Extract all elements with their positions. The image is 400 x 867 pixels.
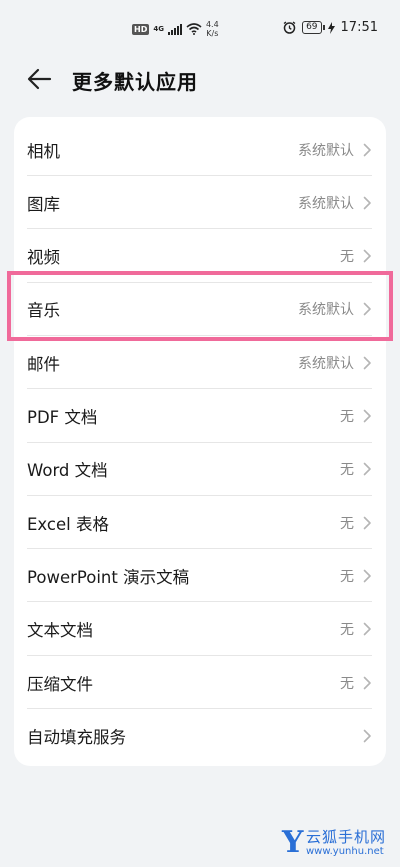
list-item-label: 邮件 bbox=[27, 354, 60, 374]
list-item[interactable]: PowerPoint 演示文稿 无 bbox=[14, 549, 386, 603]
signal-icon bbox=[167, 23, 182, 35]
list-item-label: 相机 bbox=[27, 141, 60, 161]
chevron-right-icon bbox=[363, 303, 371, 316]
list-item[interactable]: Excel 表格 无 bbox=[14, 496, 386, 550]
list-item[interactable]: 视频 无 bbox=[14, 230, 386, 283]
list-item-value: 无 bbox=[340, 568, 354, 585]
list-item[interactable]: 自动填充服务 bbox=[14, 709, 386, 762]
watermark-name: 云狐手机网 bbox=[306, 828, 387, 846]
list-item[interactable]: 邮件 系统默认 bbox=[14, 336, 386, 390]
list-item-value: 无 bbox=[340, 675, 354, 692]
watermark-letter: Y bbox=[282, 825, 304, 860]
wifi-icon bbox=[186, 23, 202, 35]
list-item-value: 无 bbox=[340, 409, 354, 425]
chevron-right-icon bbox=[363, 249, 371, 263]
list-item[interactable]: Word 文档 无 bbox=[14, 443, 386, 496]
chevron-right-icon bbox=[363, 462, 371, 476]
battery-icon: 69 bbox=[302, 21, 326, 34]
list-item[interactable]: 音乐 系统默认 bbox=[14, 283, 386, 336]
list-item-label: Excel 表格 bbox=[27, 514, 109, 534]
net-speed-value: 4.4 bbox=[205, 20, 219, 29]
chevron-right-icon bbox=[363, 409, 371, 423]
chevron-right-icon bbox=[363, 729, 371, 743]
list-item-value: 无 bbox=[340, 462, 354, 479]
status-bar: HD 4G 4.4 K/s 69 17:51 bbox=[0, 0, 400, 56]
chevron-right-icon bbox=[363, 569, 371, 583]
list-item-value: 系统默认 bbox=[298, 142, 354, 159]
net-speed: 4.4 K/s bbox=[206, 20, 219, 38]
list-item-label: PDF 文档 bbox=[27, 408, 98, 427]
list-item-label: 压缩文件 bbox=[27, 674, 93, 694]
chevron-right-icon bbox=[363, 516, 371, 529]
list-item-label: 图库 bbox=[27, 194, 60, 214]
status-left: HD 4G 4.4 K/s bbox=[132, 20, 219, 38]
watermark-url: www.yunhu.net bbox=[306, 846, 384, 857]
list-item-value: 无 bbox=[340, 622, 354, 639]
alarm-icon bbox=[283, 21, 296, 34]
list-item-label: 音乐 bbox=[27, 301, 60, 321]
page-title: 更多默认应用 bbox=[72, 70, 198, 94]
charging-icon bbox=[327, 21, 335, 34]
list-item-label: 文本文档 bbox=[27, 621, 93, 641]
watermark-logo: Y 云狐手机网 www.yunhu.net bbox=[282, 826, 396, 864]
list-item-label: Word 文档 bbox=[27, 461, 108, 481]
list-item[interactable]: 文本文档 无 bbox=[14, 603, 386, 656]
list-item-label: PowerPoint 演示文稿 bbox=[27, 567, 190, 587]
list-item-value: 系统默认 bbox=[298, 195, 354, 212]
network-type: 4G bbox=[153, 25, 164, 33]
list-item[interactable]: 图库 系统默认 bbox=[14, 176, 386, 230]
list-item[interactable]: PDF 文档 无 bbox=[14, 390, 386, 443]
list-item[interactable]: 相机 系统默认 bbox=[14, 123, 386, 176]
header: 更多默认应用 bbox=[0, 56, 400, 102]
list-item-value: 系统默认 bbox=[298, 302, 354, 319]
default-apps-list: 相机 系统默认 图库 系统默认 视频无音乐 系统默认 邮件 系统默认 PDF 文档无 Word 文… bbox=[14, 117, 386, 766]
list-item-label: 视频 bbox=[27, 248, 60, 268]
back-arrow-icon[interactable] bbox=[24, 64, 58, 94]
list-item-value: 无 bbox=[340, 515, 354, 532]
chevron-right-icon bbox=[363, 356, 371, 369]
chevron-right-icon bbox=[363, 143, 371, 156]
list-item-value: 无 bbox=[340, 249, 354, 266]
list-item-value: 系统默认 bbox=[298, 355, 354, 372]
net-speed-unit: K/s bbox=[206, 29, 219, 38]
clock: 17:51 bbox=[340, 20, 378, 35]
battery-level: 69 bbox=[306, 22, 318, 32]
chevron-right-icon bbox=[363, 676, 371, 689]
list-item-label: 自动填充服务 bbox=[27, 727, 126, 747]
status-right: 69 17:51 bbox=[283, 20, 378, 35]
hd-badge: HD bbox=[132, 23, 150, 35]
chevron-right-icon bbox=[363, 196, 371, 210]
list-item[interactable]: 压缩文件 无 bbox=[14, 656, 386, 709]
chevron-right-icon bbox=[363, 622, 371, 636]
